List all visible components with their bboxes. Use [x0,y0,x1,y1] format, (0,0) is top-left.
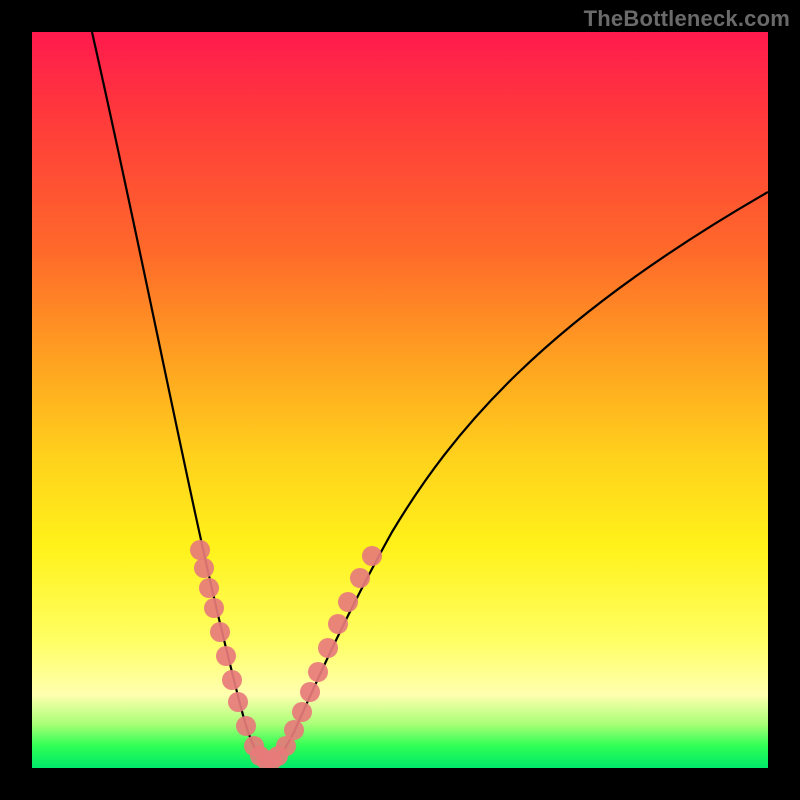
curve-dots [190,540,382,768]
curve-dot [204,598,224,618]
curve-dot [250,746,270,766]
curve-dot [199,578,219,598]
curve-dot [256,750,276,768]
curve-dot [308,662,328,682]
chart-frame: TheBottleneck.com [0,0,800,800]
curve-dot [362,546,382,566]
curve-dot [236,716,256,736]
curve-dot [318,638,338,658]
plot-area [32,32,768,768]
curve-dot [222,670,242,690]
curve-dot [210,622,230,642]
chart-svg [32,32,768,768]
curve-dot [284,720,304,740]
curve-dot [338,592,358,612]
curve-dot [292,702,312,722]
curve-dot [190,540,210,560]
curve-dot [276,736,296,756]
curve-dot [194,558,214,578]
curve-dot [328,614,348,634]
watermark-label: TheBottleneck.com [584,6,790,32]
curve-dot [268,746,288,766]
curve-dot [228,692,248,712]
curve-dot [262,750,282,768]
curve-dot [244,736,264,756]
curve-dot [216,646,236,666]
curve-dot [300,682,320,702]
curve-dot [350,568,370,588]
bottleneck-curve [92,32,768,760]
